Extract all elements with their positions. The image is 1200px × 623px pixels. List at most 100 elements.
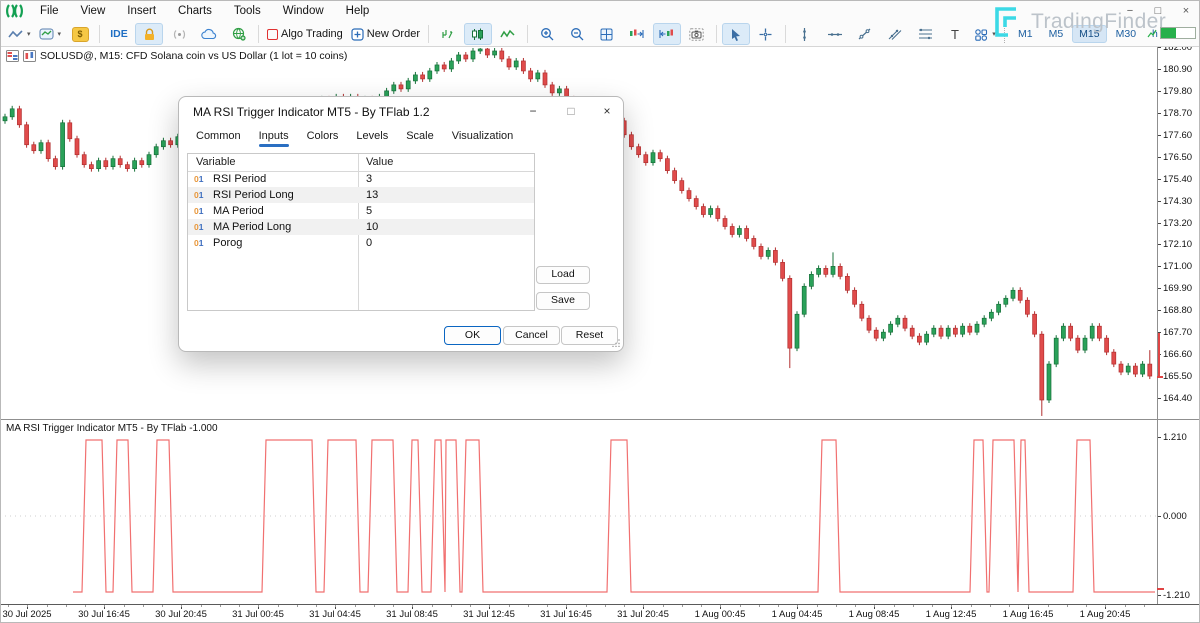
- candle-body: [766, 250, 770, 256]
- price-tick-label: 177.60: [1163, 130, 1192, 141]
- chart-window-icon[interactable]: [23, 50, 36, 62]
- candlestick-mode-button[interactable]: [464, 23, 492, 45]
- param-name: MA Period Long: [213, 221, 291, 233]
- tab-scale[interactable]: Scale: [397, 128, 443, 149]
- horizontal-line-tool[interactable]: [821, 23, 849, 45]
- tab-visualization[interactable]: Visualization: [443, 128, 523, 149]
- dialog-maximize-button[interactable]: □: [557, 102, 585, 121]
- zoom-out-icon: [570, 27, 584, 41]
- param-value[interactable]: 13: [366, 189, 378, 201]
- close-button[interactable]: ×: [1180, 5, 1192, 17]
- tab-levels[interactable]: Levels: [347, 128, 397, 149]
- param-value[interactable]: 10: [366, 221, 378, 233]
- channel-icon: [888, 28, 902, 40]
- chart-type-button[interactable]: ▾: [5, 23, 34, 45]
- table-row[interactable]: 01RSI Period3: [188, 171, 534, 187]
- trendline-tool[interactable]: [851, 23, 879, 45]
- tab-common[interactable]: Common: [187, 128, 250, 149]
- ok-button[interactable]: OK: [444, 326, 501, 345]
- menu-item-window[interactable]: Window: [272, 5, 335, 17]
- table-row[interactable]: 01MA Period5: [188, 203, 534, 219]
- indicator-tick-label: 0.000: [1163, 511, 1187, 522]
- table-row[interactable]: 01RSI Period Long13: [188, 187, 534, 203]
- timeframe-m1[interactable]: M1: [1011, 25, 1040, 43]
- maximize-button[interactable]: □: [1152, 5, 1164, 17]
- time-minor-tick: [874, 605, 875, 607]
- indicator-canvas[interactable]: [0, 428, 1157, 605]
- table-row[interactable]: 01MA Period Long10: [188, 219, 534, 235]
- candle-body: [795, 314, 799, 348]
- chart-shift-button[interactable]: [653, 23, 681, 45]
- market-button[interactable]: [135, 23, 163, 45]
- cursor-tool-button[interactable]: [722, 23, 750, 45]
- candle-body: [1054, 338, 1058, 364]
- candle-body: [3, 117, 7, 121]
- dialog-minimize-button[interactable]: −: [519, 102, 547, 121]
- param-value[interactable]: 3: [366, 173, 372, 185]
- community-button[interactable]: [225, 23, 253, 45]
- time-minor-tick: [586, 605, 587, 607]
- dollar-symbols-button[interactable]: $: [66, 23, 94, 45]
- param-value[interactable]: 5: [366, 205, 372, 217]
- crosshair-tool-button[interactable]: [752, 23, 780, 45]
- resize-grip[interactable]: [612, 339, 620, 349]
- ide-button[interactable]: IDE: [105, 23, 133, 45]
- menu-item-view[interactable]: View: [70, 5, 117, 17]
- zoom-in-button[interactable]: [533, 23, 561, 45]
- tick-chart-button[interactable]: [434, 23, 462, 45]
- subwindow-separator[interactable]: [0, 419, 1200, 420]
- candle-body: [1090, 326, 1094, 338]
- vertical-line-tool[interactable]: [791, 23, 819, 45]
- minimize-button[interactable]: −: [1124, 5, 1136, 17]
- tab-colors[interactable]: Colors: [298, 128, 348, 149]
- timeframe-m15[interactable]: M15: [1072, 25, 1106, 43]
- indicator-dialog: MA RSI Trigger Indicator MT5 - By TFlab …: [178, 96, 624, 352]
- load-button[interactable]: Load: [536, 266, 590, 284]
- objects-button[interactable]: ▾: [971, 23, 999, 45]
- channel-tool[interactable]: [881, 23, 909, 45]
- depth-of-market-icon[interactable]: [6, 50, 19, 62]
- globe-plus-icon: [232, 27, 246, 41]
- numeric-type-icon: 01: [194, 190, 203, 200]
- text-tool-button[interactable]: T: [941, 23, 969, 45]
- menu-item-help[interactable]: Help: [335, 5, 381, 17]
- algo-trading-button[interactable]: Algo Trading: [264, 23, 346, 45]
- auto-scroll-icon: [629, 28, 644, 40]
- save-button[interactable]: Save: [536, 292, 590, 310]
- param-value[interactable]: 0: [366, 237, 372, 249]
- time-tick-label: 31 Jul 16:45: [524, 609, 608, 620]
- cancel-button[interactable]: Cancel: [503, 326, 560, 345]
- time-minor-tick: [547, 605, 548, 607]
- menu-item-insert[interactable]: Insert: [116, 5, 167, 17]
- price-tick-label: 171.00: [1163, 261, 1192, 272]
- padlock-icon: [143, 28, 156, 41]
- candle-body: [1047, 364, 1051, 400]
- chart-profile-button[interactable]: ▾: [36, 23, 65, 45]
- screenshot-button[interactable]: [683, 23, 711, 45]
- menu-item-tools[interactable]: Tools: [223, 5, 272, 17]
- line-chart-mode-button[interactable]: [494, 23, 522, 45]
- dialog-close-button[interactable]: ×: [593, 102, 621, 121]
- reset-button[interactable]: Reset: [561, 326, 618, 345]
- zoom-out-button[interactable]: [563, 23, 591, 45]
- auto-scroll-button[interactable]: [623, 23, 651, 45]
- candle-body: [716, 209, 720, 219]
- menu-item-charts[interactable]: Charts: [167, 5, 223, 17]
- time-minor-tick: [470, 605, 471, 607]
- table-row[interactable]: 01Porog0: [188, 235, 534, 251]
- timeframe-m30[interactable]: M30: [1109, 25, 1143, 43]
- menu-item-file[interactable]: File: [29, 5, 70, 17]
- parameters-table: Variable Value 01RSI Period301RSI Period…: [187, 153, 535, 311]
- fibonacci-tool[interactable]: [911, 23, 939, 45]
- timeframe-m5[interactable]: M5: [1042, 25, 1071, 43]
- time-minor-tick: [297, 605, 298, 607]
- new-order-button[interactable]: New Order: [348, 23, 423, 45]
- shapes-icon: [974, 28, 988, 41]
- signals-button[interactable]: [165, 23, 193, 45]
- tile-windows-button[interactable]: [593, 23, 621, 45]
- time-minor-tick: [836, 605, 837, 607]
- chart-shift-icon: [659, 28, 674, 40]
- time-minor-tick: [220, 605, 221, 607]
- tab-inputs[interactable]: Inputs: [250, 128, 298, 149]
- cloud-button[interactable]: [195, 23, 223, 45]
